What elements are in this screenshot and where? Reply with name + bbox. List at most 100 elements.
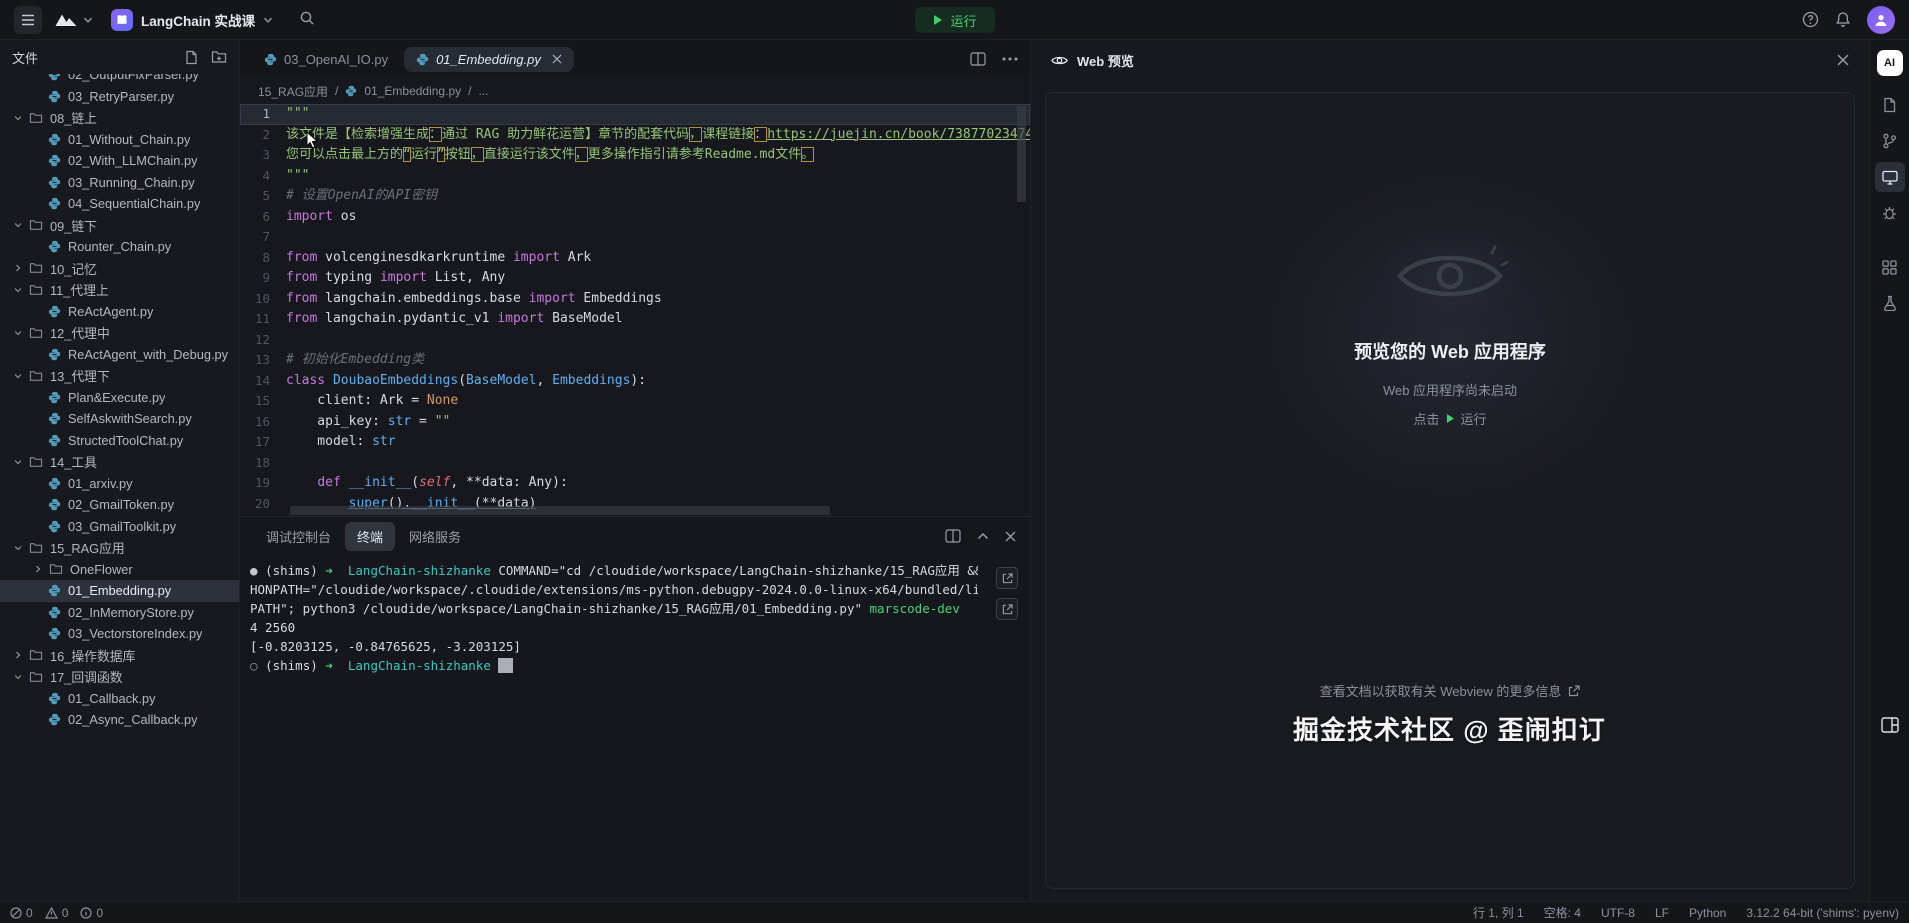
preview-docs-link-text[interactable]: 查看文档以获取有关 Webview 的更多信息 — [1320, 681, 1562, 700]
source-control-button[interactable] — [1875, 126, 1905, 156]
tree-file-ReActAgent_with_Debug.py[interactable]: ReActAgent_with_Debug.py — [0, 344, 239, 366]
problems-summary[interactable]: 0 0 0 — [10, 906, 103, 920]
tree-file-03_GmailToolkit.py[interactable]: 03_GmailToolkit.py — [0, 516, 239, 538]
editor-tab-03_OpenAI_IO.py[interactable]: 03_OpenAI_IO.py — [252, 47, 400, 72]
project-switcher[interactable]: LangChain 实战课 — [111, 9, 273, 31]
chevron-down-icon[interactable] — [10, 457, 26, 467]
tree-file-01_arxiv.py[interactable]: 01_arxiv.py — [0, 473, 239, 495]
code-line-17[interactable]: 17 model: str — [240, 432, 1030, 453]
chevron-down-icon[interactable] — [10, 285, 26, 295]
breadcrumb-more[interactable]: ... — [478, 84, 488, 98]
status-item[interactable]: 3.12.2 64-bit ('shims': pyenv) — [1746, 906, 1899, 920]
tree-file-ReActAgent.py[interactable]: ReActAgent.py — [0, 301, 239, 323]
tree-file-01_Without_Chain.py[interactable]: 01_Without_Chain.py — [0, 129, 239, 151]
tree-folder-09_链下[interactable]: 09_链下 — [0, 215, 239, 237]
code-line-7[interactable]: 7 — [240, 227, 1030, 248]
code-line-2[interactable]: 2该文件是【检索增强生成：通过 RAG 助力鲜花运营】章节的配套代码，课程链接：… — [240, 125, 1030, 146]
ai-assistant-button[interactable]: AI — [1877, 50, 1903, 76]
chevron-right-icon[interactable] — [10, 650, 26, 660]
tree-file-02_InMemoryStore.py[interactable]: 02_InMemoryStore.py — [0, 602, 239, 624]
tree-file-02_With_LLMChain.py[interactable]: 02_With_LLMChain.py — [0, 150, 239, 172]
main-menu-button[interactable] — [14, 6, 42, 34]
panel-tab-终端[interactable]: 终端 — [345, 522, 395, 551]
run-button[interactable]: 运行 — [914, 7, 994, 33]
chevron-down-icon[interactable] — [10, 672, 26, 682]
extensions-button[interactable] — [1875, 252, 1905, 282]
split-editor-icon[interactable] — [970, 52, 986, 66]
tree-file-01_Callback.py[interactable]: 01_Callback.py — [0, 688, 239, 710]
code-line-19[interactable]: 19 def __init__(self, **data: Any): — [240, 473, 1030, 494]
code-line-6[interactable]: 6import os — [240, 207, 1030, 228]
more-actions-icon[interactable] — [1002, 57, 1018, 61]
tree-file-03_Running_Chain.py[interactable]: 03_Running_Chain.py — [0, 172, 239, 194]
new-file-icon[interactable] — [184, 50, 199, 65]
code-line-3[interactable]: 3您可以点击最上方的“运行”按钮，直接运行该文件，更多操作指引请参考Readme… — [240, 145, 1030, 166]
notifications-bell-icon[interactable] — [1835, 11, 1851, 28]
code-line-9[interactable]: 9from typing import List, Any — [240, 268, 1030, 289]
info-count[interactable]: 0 — [80, 906, 103, 920]
code-line-4[interactable]: 4""" — [240, 166, 1030, 187]
tree-file-02_GmailToken.py[interactable]: 02_GmailToken.py — [0, 494, 239, 516]
tree-folder-10_记忆[interactable]: 10_记忆 — [0, 258, 239, 280]
warnings-count[interactable]: 0 — [45, 906, 69, 920]
status-item[interactable]: 空格: 4 — [1544, 904, 1581, 921]
editor-horizontal-scrollbar[interactable] — [290, 506, 830, 515]
close-tab-icon[interactable] — [552, 54, 562, 64]
panel-tab-网络服务[interactable]: 网络服务 — [397, 522, 473, 551]
code-line-15[interactable]: 15 client: Ark = None — [240, 391, 1030, 412]
code-line-10[interactable]: 10from langchain.embeddings.base import … — [240, 289, 1030, 310]
tree-folder-12_代理中[interactable]: 12_代理中 — [0, 322, 239, 344]
chevron-down-icon[interactable] — [10, 371, 26, 381]
open-output-in-editor-icon[interactable] — [996, 567, 1018, 589]
tree-file-03_VectorstoreIndex.py[interactable]: 03_VectorstoreIndex.py — [0, 623, 239, 645]
panel-tab-调试控制台[interactable]: 调试控制台 — [254, 522, 343, 551]
open-output-external-icon[interactable] — [996, 598, 1018, 620]
tree-folder-14_工具[interactable]: 14_工具 — [0, 451, 239, 473]
tree-file-Rounter_Chain.py[interactable]: Rounter_Chain.py — [0, 236, 239, 258]
terminal-output[interactable]: ● (shims) ➜ LangChain-shizhanke COMMAND=… — [250, 561, 978, 897]
testing-button[interactable] — [1875, 288, 1905, 318]
tree-file-02_OutputFixParser.py[interactable]: 02_OutputFixParser.py — [0, 74, 239, 86]
errors-count[interactable]: 0 — [10, 906, 33, 920]
code-line-13[interactable]: 13# 初始化Embedding类 — [240, 350, 1030, 371]
code-line-5[interactable]: 5# 设置OpenAI的API密钥 — [240, 186, 1030, 207]
tree-folder-16_操作数据库[interactable]: 16_操作数据库 — [0, 645, 239, 667]
code-line-16[interactable]: 16 api_key: str = "" — [240, 412, 1030, 433]
status-item[interactable]: UTF-8 — [1601, 906, 1635, 920]
tree-file-02_Async_Callback.py[interactable]: 02_Async_Callback.py — [0, 709, 239, 731]
close-preview-icon[interactable] — [1837, 54, 1849, 66]
help-icon[interactable] — [1802, 11, 1819, 28]
status-item[interactable]: LF — [1655, 906, 1669, 920]
file-search-button[interactable] — [1875, 90, 1905, 120]
status-item[interactable]: 行 1, 列 1 — [1473, 904, 1524, 921]
global-search-button[interactable] — [299, 10, 315, 29]
status-item[interactable]: Python — [1689, 906, 1726, 920]
tree-folder-11_代理上[interactable]: 11_代理上 — [0, 279, 239, 301]
chevron-down-icon[interactable] — [10, 220, 26, 230]
tree-file-StructedToolChat.py[interactable]: StructedToolChat.py — [0, 430, 239, 452]
tree-folder-15_RAG应用[interactable]: 15_RAG应用 — [0, 537, 239, 559]
chevron-down-icon[interactable] — [10, 113, 26, 123]
workspace-logo-button[interactable] — [54, 12, 93, 27]
code-line-14[interactable]: 14class DoubaoEmbeddings(BaseModel, Embe… — [240, 371, 1030, 392]
tree-file-Plan&Execute.py[interactable]: Plan&Execute.py — [0, 387, 239, 409]
tree-folder-08_链上[interactable]: 08_链上 — [0, 107, 239, 129]
user-avatar[interactable] — [1867, 6, 1895, 34]
tree-file-03_RetryParser.py[interactable]: 03_RetryParser.py — [0, 86, 239, 108]
debug-button[interactable] — [1875, 198, 1905, 228]
code-line-12[interactable]: 12 — [240, 330, 1030, 351]
editor-vertical-scrollbar[interactable] — [1017, 106, 1026, 202]
web-preview-button[interactable] — [1875, 162, 1905, 192]
tree-file-01_Embedding.py[interactable]: 01_Embedding.py — [0, 580, 239, 602]
restore-panel-button[interactable] — [1870, 717, 1909, 733]
code-line-11[interactable]: 11from langchain.pydantic_v1 import Base… — [240, 309, 1030, 330]
tree-file-04_SequentialChain.py[interactable]: 04_SequentialChain.py — [0, 193, 239, 215]
tree-folder-OneFlower[interactable]: OneFlower — [0, 559, 239, 581]
new-folder-icon[interactable] — [211, 50, 227, 64]
chevron-right-icon[interactable] — [10, 263, 26, 273]
split-panel-icon[interactable] — [945, 529, 961, 543]
close-panel-icon[interactable] — [1005, 531, 1016, 542]
tree-file-SelfAskwithSearch.py[interactable]: SelfAskwithSearch.py — [0, 408, 239, 430]
code-line-8[interactable]: 8from volcenginesdkarkruntime import Ark — [240, 248, 1030, 269]
breadcrumb-folder[interactable]: 15_RAG应用 — [258, 83, 328, 100]
